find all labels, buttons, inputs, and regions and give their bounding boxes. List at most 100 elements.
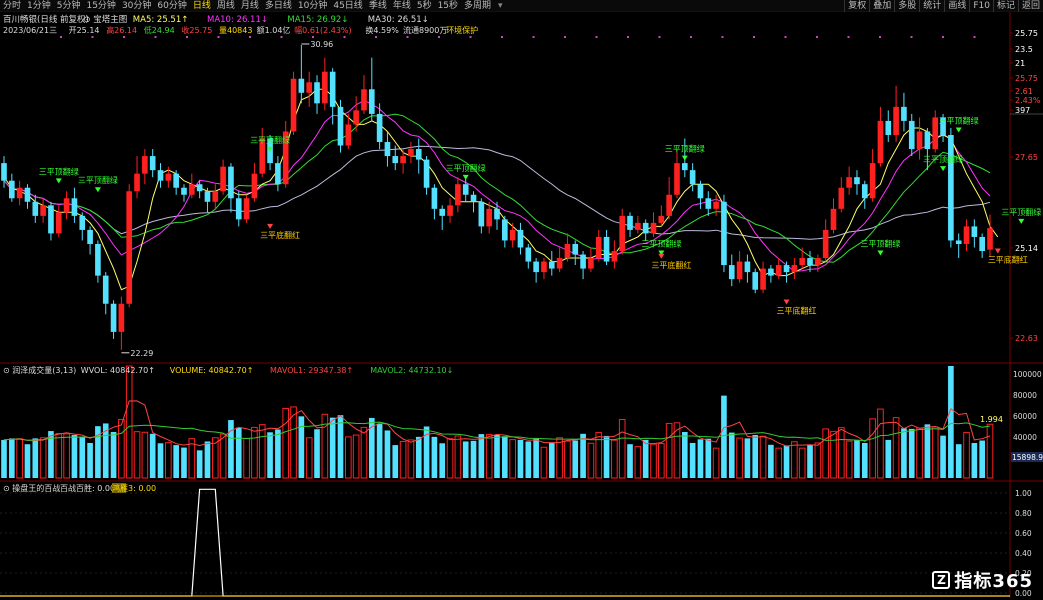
candle[interactable] [556, 247, 563, 273]
volume-bar[interactable] [204, 441, 211, 478]
candle[interactable] [580, 251, 586, 280]
volume-bar[interactable] [924, 424, 931, 478]
candle[interactable] [95, 240, 101, 283]
candle[interactable] [822, 219, 829, 262]
volume-bar[interactable] [689, 442, 696, 478]
candle[interactable] [760, 261, 766, 294]
volume-bar[interactable] [235, 427, 242, 478]
volume-bar[interactable] [173, 445, 179, 478]
volume-bar[interactable] [658, 443, 665, 479]
candle[interactable] [204, 187, 211, 213]
volume-bar[interactable] [431, 436, 438, 478]
candle[interactable] [697, 180, 704, 209]
volume-bar[interactable] [908, 428, 915, 478]
volume-bar[interactable] [314, 429, 320, 478]
candle[interactable] [893, 85, 899, 143]
volume-bar[interactable] [55, 433, 63, 479]
volume-bar[interactable] [775, 447, 783, 479]
volume-bar[interactable] [87, 442, 93, 478]
volume-bar[interactable] [901, 428, 907, 478]
candle[interactable] [783, 261, 790, 283]
candle[interactable] [752, 268, 759, 294]
volume-bar[interactable] [940, 435, 946, 478]
candle[interactable] [705, 191, 712, 216]
volume-bar[interactable] [149, 433, 156, 478]
candle[interactable] [415, 138, 422, 174]
volume-bar[interactable] [228, 420, 234, 478]
candle[interactable] [408, 142, 414, 164]
candle[interactable] [869, 149, 876, 202]
volume-bar[interactable] [181, 447, 187, 478]
candle[interactable] [322, 57, 328, 111]
volume-bar[interactable] [822, 428, 829, 479]
volume-bar[interactable] [494, 434, 500, 478]
volume-bar[interactable] [454, 435, 462, 479]
candle[interactable] [666, 177, 672, 220]
volume-bar[interactable] [854, 440, 860, 478]
candle[interactable] [721, 194, 727, 273]
volume-bar[interactable] [384, 430, 391, 478]
candle[interactable] [838, 177, 845, 213]
volume-bar[interactable] [948, 366, 954, 478]
volume-bar[interactable] [275, 429, 281, 478]
candle[interactable] [431, 184, 438, 220]
volume-bar[interactable] [798, 447, 806, 479]
candle[interactable] [564, 233, 571, 262]
candle[interactable] [55, 205, 62, 237]
candle[interactable] [525, 243, 532, 269]
candle[interactable] [71, 187, 78, 223]
candle[interactable] [102, 272, 109, 315]
volume-bar[interactable] [712, 447, 720, 479]
volume-bar[interactable] [251, 426, 258, 479]
candle[interactable] [118, 296, 125, 350]
volume-bar[interactable] [133, 431, 141, 479]
volume-bar[interactable] [446, 438, 454, 479]
candle[interactable] [502, 215, 508, 248]
volume-bar[interactable] [415, 436, 422, 478]
volume-bar[interactable] [892, 417, 900, 479]
volume-bar[interactable] [869, 418, 876, 479]
volume-bar[interactable] [16, 438, 23, 479]
volume-bar[interactable] [931, 426, 939, 479]
candle[interactable] [368, 57, 375, 121]
candle[interactable] [611, 240, 618, 269]
volume-bar[interactable] [916, 427, 923, 479]
volume-bar[interactable] [564, 440, 571, 479]
volume-bar[interactable] [219, 433, 227, 479]
volume-bar[interactable] [971, 442, 978, 478]
volume-bar[interactable] [525, 441, 532, 478]
candle[interactable] [572, 240, 579, 266]
candle[interactable] [228, 163, 234, 213]
volume-bar[interactable] [580, 433, 586, 478]
volume-bar[interactable] [533, 438, 539, 478]
candle[interactable] [361, 75, 367, 114]
candle[interactable] [142, 149, 148, 185]
candle[interactable] [290, 71, 297, 135]
candle[interactable] [509, 222, 516, 248]
candle[interactable] [173, 170, 179, 195]
candle[interactable] [32, 194, 39, 223]
volume-bar[interactable] [540, 446, 548, 479]
candle[interactable] [149, 149, 156, 178]
volume-bar[interactable] [1, 439, 7, 478]
volume-bar[interactable] [587, 442, 595, 479]
candle[interactable] [235, 191, 242, 227]
volume-bar[interactable] [768, 444, 774, 478]
candle[interactable] [948, 127, 954, 248]
candle[interactable] [627, 212, 633, 237]
volume-bar[interactable] [721, 395, 727, 478]
candle[interactable] [478, 198, 485, 234]
candle[interactable] [9, 173, 15, 202]
candle[interactable] [24, 184, 31, 209]
volume-bar[interactable] [110, 431, 117, 478]
volume-bar[interactable] [955, 444, 962, 478]
volume-bar[interactable] [705, 438, 712, 478]
candle[interactable] [384, 131, 391, 167]
candle[interactable] [548, 251, 555, 276]
volume-bar[interactable] [211, 437, 219, 479]
candle[interactable] [916, 117, 923, 160]
volume-bar[interactable] [634, 446, 642, 479]
volume-bar[interactable] [642, 439, 649, 478]
candle[interactable] [979, 233, 985, 259]
volume-bar[interactable] [24, 444, 31, 478]
